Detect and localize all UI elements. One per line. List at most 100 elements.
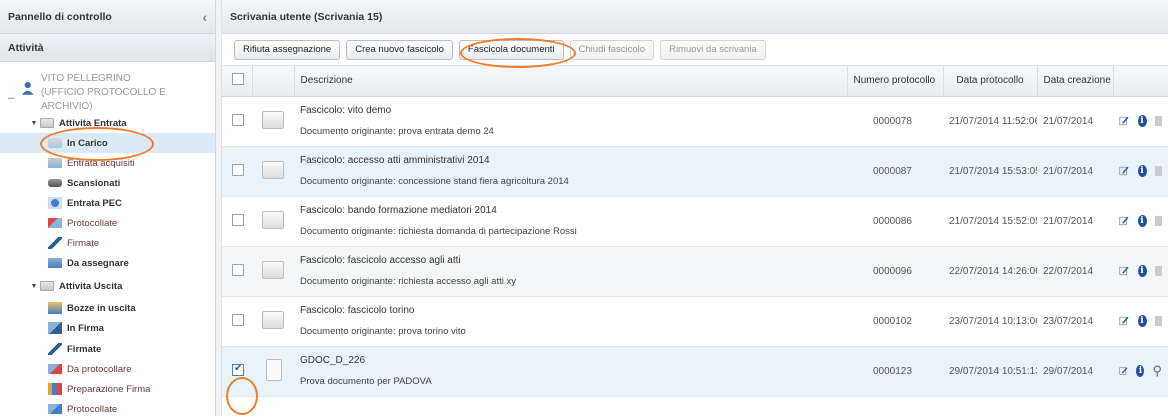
row-protocol-number: 0000096 xyxy=(873,265,912,277)
tree-group-attivita-entrata[interactable]: ▼ Attivita Entrata xyxy=(28,113,127,133)
row-protocol-date: 29/07/2014 10:51:13 xyxy=(949,365,1037,377)
column-header-data-creazione[interactable]: Data creazione xyxy=(1037,66,1114,97)
tree-item-preparazione-firma[interactable]: Preparazione Firma xyxy=(48,379,150,399)
row-title: Fascicolo: vito demo xyxy=(300,105,392,116)
expand-arrow-icon[interactable]: ▼ xyxy=(28,283,40,290)
folder-icon xyxy=(40,118,54,128)
tree-item-label: Protocollate xyxy=(67,217,118,229)
signature-pen-icon xyxy=(48,237,62,249)
table-row[interactable]: GDOC_D_226 Prova documento per PADOVA 000… xyxy=(222,346,1168,396)
tree-item-label: Protocollate xyxy=(67,403,118,415)
info-icon[interactable]: i xyxy=(1137,165,1147,177)
tree-item-label: Entrata PEC xyxy=(67,197,122,209)
row-subtitle: Prova documento per PADOVA xyxy=(300,376,432,387)
table-header-row: Descrizione Numero protocollo Data proto… xyxy=(222,66,1168,97)
row-checkbox[interactable] xyxy=(232,313,244,326)
folder-icon xyxy=(262,160,284,179)
info-icon[interactable]: i xyxy=(1137,265,1147,277)
row-checkbox-checked[interactable] xyxy=(232,363,244,376)
chart-prep-icon xyxy=(48,383,62,395)
row-subtitle: Documento originante: richiesta domanda … xyxy=(300,226,577,237)
row-checkbox[interactable] xyxy=(232,163,244,176)
column-header-numero-protocollo[interactable]: Numero protocollo xyxy=(847,66,944,97)
more-icon[interactable] xyxy=(1154,316,1162,326)
select-all-checkbox[interactable] xyxy=(232,73,244,86)
row-protocol-number: 0000086 xyxy=(873,215,912,227)
more-icon[interactable] xyxy=(1154,166,1162,176)
tree-item-label: Preparazione Firma xyxy=(67,383,151,395)
column-header-data-protocollo[interactable]: Data protocollo xyxy=(943,66,1038,97)
more-icon[interactable] xyxy=(1154,216,1162,226)
tree-item-protocollate-uscita[interactable]: Protocollate xyxy=(48,399,117,416)
edit-icon[interactable] xyxy=(1119,115,1130,127)
tree-item-label: In Firma xyxy=(67,322,104,334)
tree-item-protocollate[interactable]: Protocollate xyxy=(48,213,117,233)
tree-item-label: Entrata acquisiti xyxy=(67,157,135,169)
info-icon[interactable]: i xyxy=(1136,365,1145,377)
tree-group-label: Attivita Uscita xyxy=(59,280,123,292)
edit-icon[interactable] xyxy=(1119,365,1128,377)
collapse-sidebar-icon[interactable]: ‹ xyxy=(202,9,207,25)
tree-item-entrata-pec[interactable]: Entrata PEC xyxy=(48,193,122,213)
tree-item-in-carico[interactable]: In Carico xyxy=(0,133,215,153)
create-folder-button[interactable]: Crea nuovo fascicolo xyxy=(346,39,453,60)
info-icon[interactable]: i xyxy=(1137,115,1147,127)
row-checkbox[interactable] xyxy=(232,113,244,126)
table-row[interactable]: Fascicolo: fascicolo torino Documento ori… xyxy=(222,296,1168,346)
refuse-assignment-button[interactable]: Rifiuta assegnazione xyxy=(234,39,341,60)
select-all-header[interactable] xyxy=(222,66,253,97)
folder-icon xyxy=(40,281,54,291)
column-header-descrizione[interactable]: Descrizione xyxy=(294,66,848,97)
tree-group-attivita-uscita[interactable]: ▼ Attivita Uscita xyxy=(28,276,123,296)
expand-arrow-icon[interactable]: ▼ xyxy=(28,120,40,127)
pec-mail-icon xyxy=(48,197,62,209)
edit-icon[interactable] xyxy=(1119,265,1130,277)
table-row[interactable]: Fascicolo: fascicolo accesso agli atti Do… xyxy=(222,246,1168,296)
tree-item-label: Da protocollare xyxy=(67,363,132,375)
folder-icon xyxy=(262,210,284,229)
tree-item-bozze-in-uscita[interactable]: Bozze in uscita xyxy=(48,298,136,318)
file-documents-button[interactable]: Fascicola documenti xyxy=(458,39,564,60)
row-checkbox[interactable] xyxy=(232,213,244,226)
tree-item-da-protocollare[interactable]: Da protocollare xyxy=(48,359,131,379)
tree-item-label: Bozze in uscita xyxy=(67,302,136,314)
more-icon[interactable] xyxy=(1154,266,1162,276)
info-icon[interactable]: i xyxy=(1137,315,1147,327)
row-title: GDOC_D_226 xyxy=(300,355,366,366)
folder-icon xyxy=(262,260,284,279)
user-node[interactable]: ▁ VITO PELLEGRINO (UFFICIO PROTOCOLLO E … xyxy=(8,72,213,112)
row-protocol-date: 21/07/2014 15:53:05 xyxy=(949,165,1037,177)
tree-item-da-assegnare[interactable]: Da assegnare xyxy=(48,253,129,273)
in-signature-icon xyxy=(48,322,62,334)
user-office: (UFFICIO PROTOCOLLO E ARCHIVIO) xyxy=(40,87,166,112)
tree-item-firmate[interactable]: Firmate xyxy=(48,233,99,253)
edit-icon[interactable] xyxy=(1119,165,1130,177)
table-row[interactable]: Fascicolo: accesso atti amministrativi 2… xyxy=(222,146,1168,196)
row-creation-date: 22/07/2014 xyxy=(1043,265,1094,277)
user-name: VITO PELLEGRINO xyxy=(40,73,131,84)
row-checkbox[interactable] xyxy=(232,263,244,276)
close-folder-button[interactable]: Chiudi fascicolo xyxy=(569,39,655,60)
edit-icon[interactable] xyxy=(1119,315,1130,327)
activities-section-header: Attività xyxy=(0,34,215,62)
row-protocol-date: 22/07/2014 14:26:06 xyxy=(949,265,1037,277)
more-icon[interactable] xyxy=(1154,116,1162,126)
scanner-icon xyxy=(48,179,62,187)
table-row[interactable]: Fascicolo: bando formazione mediatori 20… xyxy=(222,196,1168,246)
tree-item-entrata-acquisiti[interactable]: Entrata acquisiti xyxy=(48,153,135,173)
tree-item-firmate-uscita[interactable]: Firmate xyxy=(48,339,101,359)
search-icon[interactable]: ⚲ xyxy=(1152,363,1162,379)
table-row[interactable]: Fascicolo: vito demo Documento originante… xyxy=(222,96,1168,146)
tree-item-scansionati[interactable]: Scansionati xyxy=(48,173,120,193)
row-protocol-number: 0000102 xyxy=(873,315,912,327)
remove-from-desk-button[interactable]: Rimuovi da scrivania xyxy=(660,39,766,60)
info-icon[interactable]: i xyxy=(1137,215,1147,227)
actions-column-header xyxy=(1113,66,1168,97)
row-title: Fascicolo: accesso atti amministrativi 2… xyxy=(300,155,490,166)
row-subtitle: Documento originante: prova entrata demo… xyxy=(300,126,494,137)
acquired-icon xyxy=(48,158,62,168)
user-expand-icon[interactable]: ▁ xyxy=(8,90,20,106)
row-protocol-number: 0000123 xyxy=(873,365,912,377)
tree-item-in-firma[interactable]: In Firma xyxy=(48,318,104,338)
edit-icon[interactable] xyxy=(1119,215,1130,227)
